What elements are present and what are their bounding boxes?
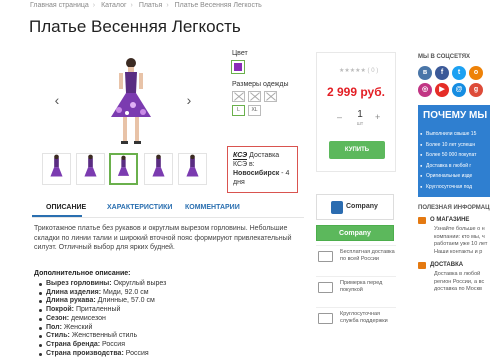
qty-plus-button[interactable]: +	[375, 112, 380, 122]
company-logo-icon	[331, 201, 343, 214]
prev-image-arrow-icon[interactable]: ‹	[52, 93, 62, 107]
instagram-icon[interactable]: ◎	[418, 83, 432, 97]
kse-logo: КСЭ	[233, 152, 248, 160]
thumbnail-active[interactable]	[109, 153, 138, 185]
thumbnail[interactable]	[144, 153, 173, 185]
twitter-icon[interactable]: t	[452, 66, 466, 80]
spec-item: Стиль: Женственный стиль	[39, 332, 266, 341]
breadcrumb-separator: ›	[92, 2, 96, 9]
company-badge[interactable]: Company	[316, 194, 394, 220]
spec-item: Сезон: демисезон	[39, 315, 266, 324]
page-title: Платье Весенняя Легкость	[29, 17, 241, 36]
size-option-unavailable	[232, 91, 245, 102]
company-badge-label: Company	[346, 203, 378, 210]
facebook-icon[interactable]: f	[435, 66, 449, 80]
why-us-item: Более 50 000 покупат	[420, 150, 490, 161]
why-us-banner[interactable]: ПОЧЕМУ МЫ Выполнили свыше 15 Более 10 ле…	[418, 105, 490, 197]
spec-item: Покрой: Приталенный	[39, 306, 266, 315]
truck-icon	[318, 251, 333, 262]
tab-characteristics[interactable]: ХАРАКТЕРИСТИКИ	[107, 204, 172, 211]
vk-icon[interactable]: в	[418, 66, 432, 80]
trust-badges: Company Company Бесплатная доставка по в…	[316, 194, 396, 334]
mailru-icon[interactable]: @	[452, 83, 466, 97]
useful-info-heading: ПОЛЕЗНАЯ ИНФОРМАЦИЯ	[418, 205, 490, 211]
feature-support: Круглосуточная служба поддержки	[316, 307, 396, 334]
size-option-unavailable	[264, 91, 277, 102]
size-option-l[interactable]: L	[232, 105, 245, 116]
why-us-item: Оригинальные изде	[420, 171, 490, 182]
thumbnail[interactable]	[42, 153, 71, 185]
breadcrumb-separator: ›	[130, 2, 133, 9]
color-label: Цвет	[232, 50, 248, 57]
breadcrumb-separator: ›	[166, 2, 169, 9]
breadcrumb-home[interactable]: Главная страница	[30, 2, 89, 9]
quantity-stepper: – 1 шт +	[337, 109, 387, 127]
product-gallery: ‹ ›	[48, 55, 208, 147]
size-selector: L XL	[232, 91, 284, 116]
odnoklassniki-icon[interactable]: о	[469, 66, 483, 80]
spec-item: Страна бренда: Россия	[39, 341, 266, 350]
googleplus-icon[interactable]: g	[469, 83, 483, 97]
thumbnail[interactable]	[76, 153, 105, 185]
buy-button[interactable]: КУПИТЬ	[329, 141, 385, 159]
spec-item: Пол: Женский	[39, 324, 266, 333]
social-heading: МЫ В СОЦСЕТЯХ	[418, 54, 471, 60]
breadcrumb: Главная страница › Каталог › Платья › Плать…	[30, 2, 266, 9]
why-us-item: Более 10 лет успешн	[420, 140, 490, 151]
sizes-label: Размеры одежды	[232, 81, 289, 88]
right-sidebar: МЫ В СОЦСЕТЯХ вftо ◎▶@g ПОЧЕМУ МЫ Выполни…	[418, 54, 490, 294]
qty-unit: шт	[356, 121, 364, 127]
support-icon	[318, 313, 333, 324]
info-icon	[418, 217, 426, 224]
specs-list: Вырез горловины: Округлый вырез Длина из…	[39, 280, 266, 358]
qty-input[interactable]: 1	[349, 109, 371, 120]
info-delivery[interactable]: ДОСТАВКА Доставка в любой регион России,…	[418, 262, 490, 294]
why-us-item: Доставка в любой г	[420, 161, 490, 172]
color-swatch-purple[interactable]	[231, 60, 245, 74]
spec-item: Вырез горловины: Округлый вырез	[39, 280, 266, 289]
spec-item: Длина рукава: Длинные, 57.0 см	[39, 297, 266, 306]
delivery-icon	[418, 262, 426, 269]
price: 2 999 руб.	[327, 85, 385, 99]
social-icons: в f t о ◎ ▶ @ g	[418, 66, 490, 97]
youtube-icon[interactable]: ▶	[435, 83, 449, 97]
breadcrumb-catalog[interactable]: Каталог	[101, 2, 126, 9]
thumbnail[interactable]	[178, 153, 207, 185]
why-us-title: ПОЧЕМУ МЫ	[423, 110, 488, 121]
specs-heading: Дополнительное описание:	[34, 270, 131, 277]
size-option-unavailable	[248, 91, 261, 102]
tab-comments[interactable]: КОММЕНТАРИИ	[185, 204, 240, 211]
why-us-item: Выполнили свыше 15	[420, 129, 490, 140]
spec-item: Длина изделия: Миди, 92.0 см	[39, 289, 266, 298]
breadcrumb-dresses[interactable]: Платья	[139, 2, 163, 9]
delivery-city[interactable]: Новосибирск	[233, 170, 279, 177]
delivery-info: КСЭ Доставка КСЭ в: Новосибирск - 4 дня	[227, 146, 298, 193]
hanger-icon	[318, 282, 333, 293]
feature-free-delivery: Бесплатная доставка по всей России	[316, 245, 396, 272]
product-tabs: ОПИСАНИЕ ХАРАКТЕРИСТИКИ КОММЕНТАРИИ	[32, 199, 242, 217]
breadcrumb-current: Платье Весенняя Легкость	[174, 2, 262, 9]
info-about-store[interactable]: О МАГАЗИНЕ Узнайте больше о н компании: …	[418, 217, 490, 256]
why-us-item: Круглосуточная под	[420, 182, 490, 193]
next-image-arrow-icon[interactable]: ›	[184, 93, 194, 107]
size-option-xl[interactable]: XL	[248, 105, 261, 116]
spec-item: Страна производства: Россия	[39, 350, 266, 358]
company-badge-green[interactable]: Company	[316, 225, 394, 241]
product-options: Цвет Размеры одежды L XL	[231, 50, 312, 116]
qty-minus-button[interactable]: –	[337, 112, 342, 122]
rating-stars[interactable]: ★★★★★ ( 0 )	[339, 67, 378, 74]
tabs-divider	[32, 217, 304, 218]
feature-try-on: Примерка перед покупкой	[316, 276, 396, 303]
product-description: Трикотажное платье без рукавов и округлы…	[34, 225, 292, 251]
product-main-image[interactable]	[103, 55, 159, 147]
thumbnail-strip	[42, 153, 217, 185]
tab-description[interactable]: ОПИСАНИЕ	[46, 204, 86, 211]
buy-panel: ★★★★★ ( 0 ) 2 999 руб. – 1 шт + КУПИТЬ	[316, 52, 396, 172]
